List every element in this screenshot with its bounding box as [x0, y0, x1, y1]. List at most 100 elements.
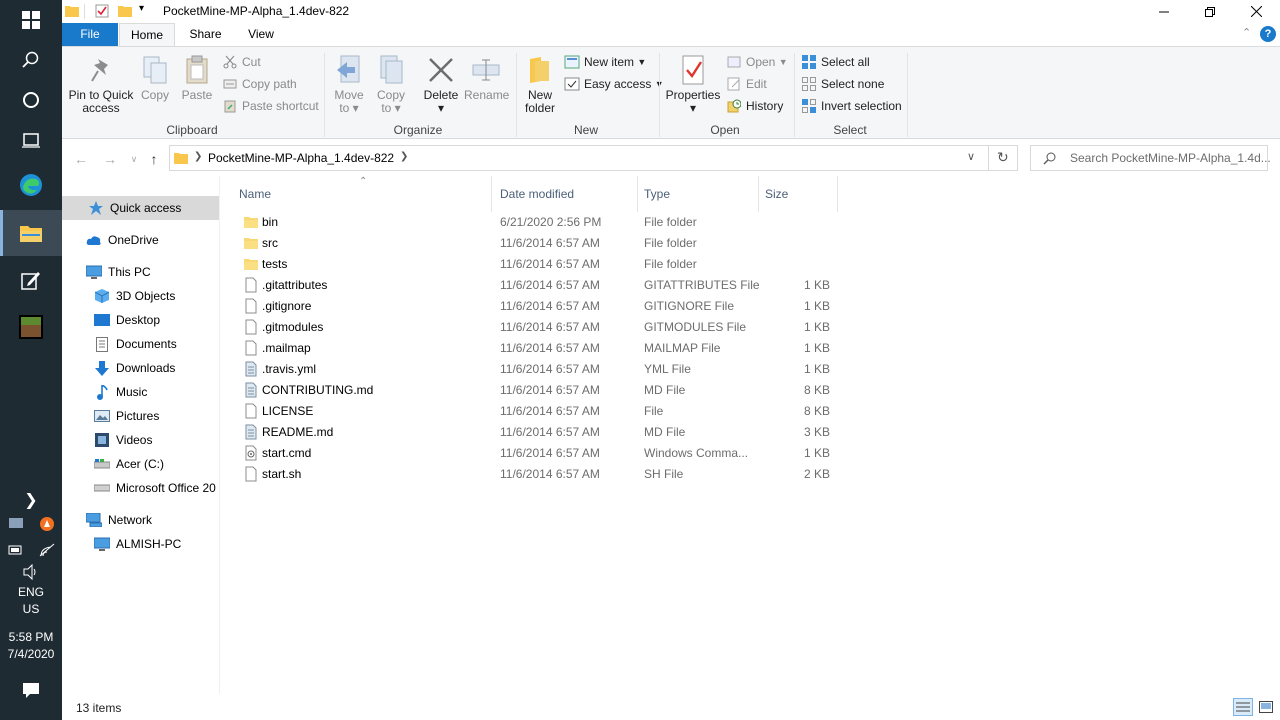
history-button[interactable]: History	[726, 96, 783, 116]
recent-locations-button[interactable]: ∨	[124, 149, 144, 169]
edit-button[interactable]: Edit	[726, 74, 767, 94]
minecraft-taskbar-button[interactable]	[0, 307, 62, 347]
file-row[interactable]: .mailmap 11/6/2014 6:57 AM MAILMAP File 1 K…	[239, 338, 839, 359]
column-header-date[interactable]: Date modified	[494, 176, 638, 212]
invert-selection-button[interactable]: Invert selection	[801, 96, 902, 116]
paste-button[interactable]: Paste	[178, 53, 216, 102]
address-bar[interactable]: ❯ PocketMine-MP-Alpha_1.4dev-822 ❯ ∨ ↻	[169, 145, 1018, 171]
back-button[interactable]: ←	[71, 149, 91, 169]
breadcrumb-separator-icon[interactable]: ❯	[194, 151, 202, 162]
cut-label: Cut	[242, 55, 261, 69]
file-row[interactable]: CONTRIBUTING.md 11/6/2014 6:57 AM MD File 8…	[239, 380, 839, 401]
nav-videos[interactable]: Videos	[62, 428, 219, 452]
breadcrumb-current[interactable]: PocketMine-MP-Alpha_1.4dev-822	[208, 151, 394, 165]
collapse-ribbon-icon[interactable]: ⌃	[1242, 26, 1251, 39]
refresh-icon[interactable]: ↻	[997, 149, 1009, 166]
forward-button[interactable]: →	[100, 149, 120, 169]
file-date: 11/6/2014 6:57 AM	[500, 467, 600, 481]
nav-desktop[interactable]: Desktop	[62, 308, 219, 332]
title-bar[interactable]: ▾ PocketMine-MP-Alpha_1.4dev-822	[62, 0, 1280, 23]
paste-shortcut-button[interactable]: Paste shortcut	[222, 96, 319, 116]
breadcrumb-expand-icon[interactable]: ❯	[400, 151, 408, 162]
tab-file[interactable]: File	[62, 23, 118, 46]
tab-home[interactable]: Home	[119, 23, 175, 46]
properties-dropdown-icon[interactable]: ▾	[665, 102, 721, 115]
edit-icon	[727, 77, 740, 91]
new-item-button[interactable]: New item ▼	[564, 52, 646, 72]
nav-almish-pc[interactable]: ALMISH-PC	[62, 532, 219, 556]
file-row[interactable]: README.md 11/6/2014 6:57 AM MD File 3 KB	[239, 422, 839, 443]
file-row[interactable]: src 11/6/2014 6:57 AM File folder	[239, 233, 839, 254]
copy-button[interactable]: Copy	[137, 53, 173, 102]
store-taskbar-button[interactable]	[0, 260, 62, 300]
nav-onedrive[interactable]: OneDrive	[62, 228, 219, 252]
cut-button[interactable]: Cut	[222, 52, 261, 72]
start-button[interactable]	[0, 0, 62, 40]
new-folder-button[interactable]: New folder	[520, 53, 560, 115]
rename-button[interactable]: Rename	[464, 53, 509, 102]
file-row[interactable]: .gitmodules 11/6/2014 6:57 AM GITMODULES F…	[239, 317, 839, 338]
file-row[interactable]: start.sh 11/6/2014 6:57 AM SH File 2 KB	[239, 464, 839, 485]
file-row[interactable]: bin 6/21/2020 2:56 PM File folder	[239, 212, 839, 233]
clock[interactable]: 5:58 PM 7/4/2020	[0, 629, 62, 663]
file-row[interactable]: LICENSE 11/6/2014 6:57 AM File 8 KB	[239, 401, 839, 422]
minimize-button[interactable]	[1141, 0, 1187, 23]
select-all-button[interactable]: Select all	[801, 52, 870, 72]
language-indicator[interactable]: ENG US	[0, 584, 62, 618]
select-none-icon	[802, 77, 816, 91]
file-row[interactable]: .travis.yml 11/6/2014 6:57 AM YML File 1 KB	[239, 359, 839, 380]
action-center-button[interactable]	[0, 670, 62, 710]
nav-drive-office[interactable]: Microsoft Office 20	[62, 476, 219, 500]
copy-path-button[interactable]: Copy path	[222, 74, 297, 94]
tab-view[interactable]: View	[235, 23, 287, 46]
copy-path-label: Copy path	[242, 77, 297, 91]
task-view-button[interactable]	[0, 120, 62, 160]
nav-pictures[interactable]: Pictures	[62, 404, 219, 428]
pin-to-quick-access-button[interactable]: Pin to Quick access	[67, 53, 135, 115]
restore-button[interactable]	[1187, 0, 1233, 23]
edge-taskbar-button[interactable]	[0, 165, 62, 205]
nav-music[interactable]: Music	[62, 380, 219, 404]
nav-drive-c[interactable]: Acer (C:)	[62, 452, 219, 476]
search-button[interactable]	[0, 40, 62, 80]
move-to-button[interactable]: Move to ▾	[330, 53, 368, 115]
nav-quick-access[interactable]: Quick access	[62, 196, 219, 220]
address-dropdown-icon[interactable]: ∨	[967, 150, 975, 163]
properties-button[interactable]: Properties ▾	[665, 53, 721, 115]
file-explorer-taskbar-button[interactable]	[0, 210, 62, 256]
file-type: File folder	[644, 236, 697, 250]
help-button[interactable]: ?	[1260, 26, 1276, 42]
tab-share[interactable]: Share	[178, 23, 233, 46]
column-header-type[interactable]: Type	[638, 176, 759, 212]
cortana-button[interactable]	[0, 80, 62, 120]
select-none-button[interactable]: Select none	[801, 74, 884, 94]
properties-quick-icon[interactable]	[95, 4, 109, 18]
column-header-name[interactable]: Name	[233, 176, 492, 212]
details-view-button[interactable]	[1233, 698, 1253, 716]
folder-icon	[244, 238, 258, 249]
up-button[interactable]: ↑	[144, 149, 164, 169]
file-row[interactable]: tests 11/6/2014 6:57 AM File folder	[239, 254, 839, 275]
customize-quick-access-icon[interactable]: ▾	[139, 3, 144, 14]
file-row[interactable]: .gitignore 11/6/2014 6:57 AM GITIGNORE Fil…	[239, 296, 839, 317]
delete-dropdown-icon[interactable]: ▾	[420, 102, 462, 115]
new-folder-quick-icon[interactable]	[118, 4, 132, 18]
nav-label: 3D Objects	[116, 289, 176, 303]
file-row[interactable]: .gitattributes 11/6/2014 6:57 AM GITATTRIB…	[239, 275, 839, 296]
search-box[interactable]: Search PocketMine-MP-Alpha_1.4d...	[1030, 145, 1271, 171]
copy-to-button[interactable]: Copy to ▾	[372, 53, 410, 115]
open-button[interactable]: Open ▼	[726, 52, 788, 72]
close-button[interactable]	[1233, 0, 1279, 23]
paste-shortcut-icon	[224, 100, 236, 113]
column-header-size[interactable]: Size	[759, 176, 838, 212]
nav-this-pc[interactable]: This PC	[62, 260, 219, 284]
nav-documents[interactable]: Documents	[62, 332, 219, 356]
easy-access-button[interactable]: Easy access ▼	[564, 74, 664, 94]
file-row[interactable]: start.cmd 11/6/2014 6:57 AM Windows Comma.…	[239, 443, 839, 464]
computer-icon	[94, 537, 110, 551]
delete-button[interactable]: Delete ▾	[420, 53, 462, 115]
nav-3d-objects[interactable]: 3D Objects	[62, 284, 219, 308]
nav-downloads[interactable]: Downloads	[62, 356, 219, 380]
large-icons-view-button[interactable]	[1256, 698, 1276, 716]
nav-network[interactable]: Network	[62, 508, 219, 532]
